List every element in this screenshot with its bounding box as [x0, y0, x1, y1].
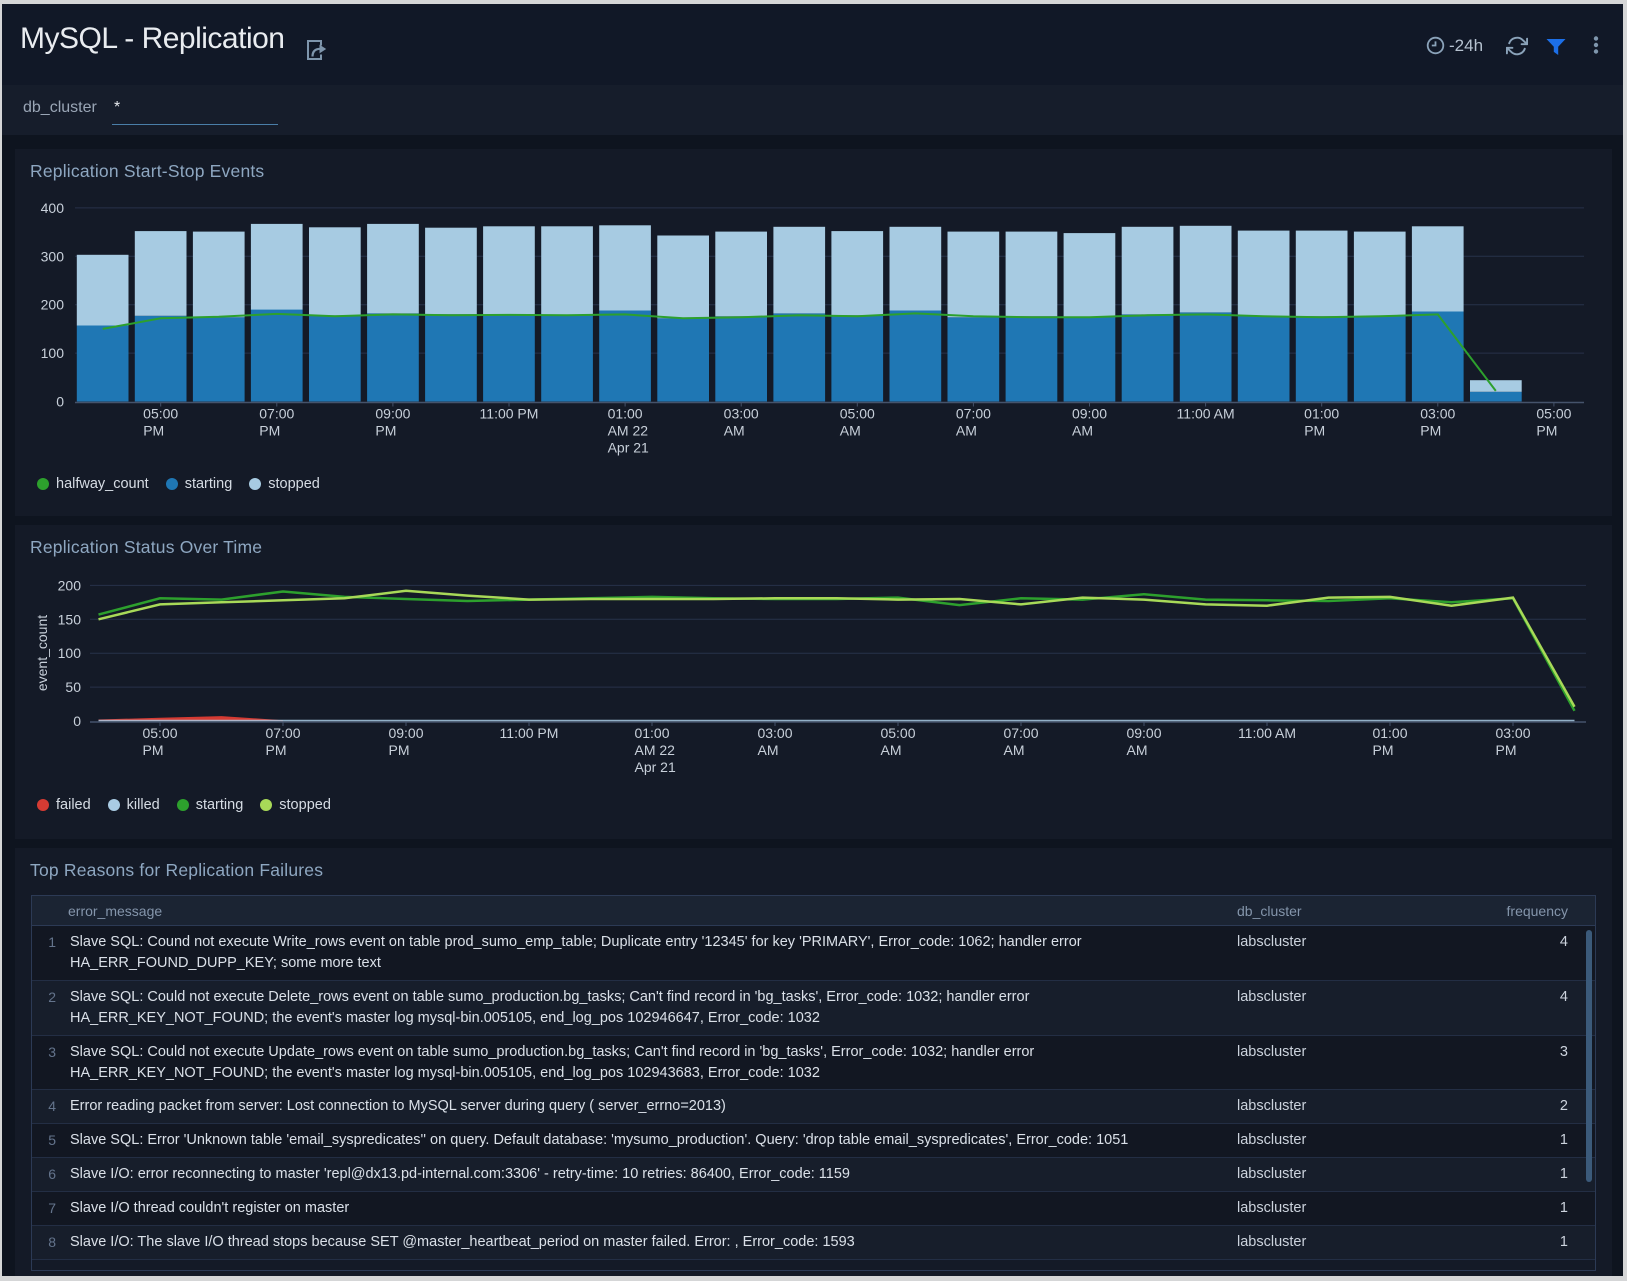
svg-text:event_count: event_count — [34, 615, 50, 691]
svg-text:0: 0 — [56, 394, 64, 410]
svg-text:AM: AM — [881, 742, 902, 758]
svg-text:01:00: 01:00 — [1372, 725, 1407, 741]
svg-text:PM: PM — [266, 742, 287, 758]
svg-text:PM: PM — [1373, 742, 1394, 758]
svg-text:05:00: 05:00 — [143, 406, 178, 422]
svg-text:200: 200 — [41, 297, 65, 313]
svg-text:11:00 AM: 11:00 AM — [1238, 725, 1296, 741]
svg-text:09:00: 09:00 — [1126, 725, 1161, 741]
svg-text:50: 50 — [65, 679, 81, 695]
svg-text:100: 100 — [58, 645, 82, 661]
svg-text:AM: AM — [1004, 742, 1025, 758]
svg-text:PM: PM — [1304, 423, 1325, 439]
svg-text:11:00 PM: 11:00 PM — [500, 725, 559, 741]
svg-text:Apr 21: Apr 21 — [608, 440, 649, 456]
svg-text:PM: PM — [143, 423, 164, 439]
svg-text:AM 22: AM 22 — [608, 423, 649, 439]
svg-text:AM 22: AM 22 — [635, 742, 676, 758]
svg-text:AM: AM — [758, 742, 779, 758]
svg-text:AM: AM — [1072, 423, 1093, 439]
svg-text:PM: PM — [1536, 423, 1557, 439]
svg-text:05:00: 05:00 — [840, 406, 875, 422]
svg-text:AM: AM — [956, 423, 977, 439]
svg-text:01:00: 01:00 — [608, 406, 643, 422]
svg-text:09:00: 09:00 — [375, 406, 410, 422]
svg-text:01:00: 01:00 — [634, 725, 669, 741]
svg-text:03:00: 03:00 — [1495, 725, 1530, 741]
svg-text:400: 400 — [41, 200, 65, 216]
svg-text:03:00: 03:00 — [1420, 406, 1455, 422]
svg-text:PM: PM — [375, 423, 396, 439]
svg-text:PM: PM — [143, 742, 164, 758]
svg-text:07:00: 07:00 — [956, 406, 991, 422]
svg-text:PM: PM — [1420, 423, 1441, 439]
svg-text:Apr 21: Apr 21 — [635, 759, 676, 775]
svg-text:PM: PM — [259, 423, 280, 439]
svg-text:09:00: 09:00 — [388, 725, 423, 741]
svg-text:AM: AM — [840, 423, 861, 439]
svg-text:150: 150 — [58, 611, 82, 627]
svg-text:100: 100 — [41, 345, 65, 361]
svg-text:11:00 PM: 11:00 PM — [480, 406, 539, 422]
svg-text:PM: PM — [1496, 742, 1517, 758]
svg-text:05:00: 05:00 — [1536, 406, 1571, 422]
svg-text:03:00: 03:00 — [757, 725, 792, 741]
svg-text:01:00: 01:00 — [1304, 406, 1339, 422]
svg-text:05:00: 05:00 — [142, 725, 177, 741]
svg-text:03:00: 03:00 — [724, 406, 759, 422]
svg-text:AM: AM — [724, 423, 745, 439]
svg-text:07:00: 07:00 — [1003, 725, 1038, 741]
svg-text:07:00: 07:00 — [265, 725, 300, 741]
svg-text:0: 0 — [73, 713, 81, 729]
svg-text:09:00: 09:00 — [1072, 406, 1107, 422]
svg-text:300: 300 — [41, 248, 65, 264]
svg-text:200: 200 — [58, 577, 82, 593]
svg-text:11:00 AM: 11:00 AM — [1177, 406, 1235, 422]
svg-text:AM: AM — [1127, 742, 1148, 758]
svg-text:07:00: 07:00 — [259, 406, 294, 422]
svg-text:PM: PM — [389, 742, 410, 758]
svg-text:05:00: 05:00 — [880, 725, 915, 741]
